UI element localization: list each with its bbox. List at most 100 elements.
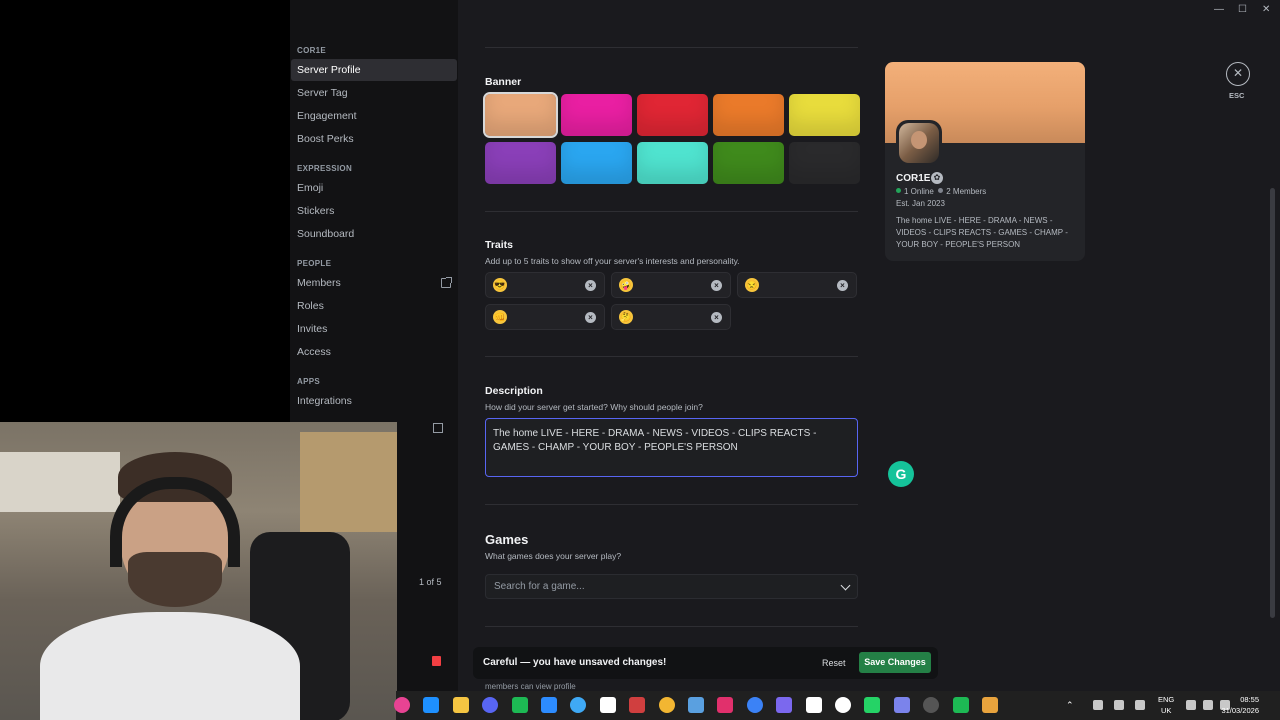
server-badge-icon: ✿	[931, 172, 943, 184]
webcam-body	[40, 612, 300, 720]
display-icon[interactable]	[1186, 700, 1196, 710]
sidebar-item-emoji[interactable]: Emoji	[291, 177, 457, 199]
mic-icon[interactable]	[1135, 700, 1145, 710]
description-textarea[interactable]: The home LIVE - HERE - DRAMA - NEWS - VI…	[485, 418, 858, 477]
spotify-icon[interactable]	[952, 697, 969, 713]
reset-button[interactable]: Reset	[822, 658, 846, 668]
banner-color-swatch[interactable]	[789, 94, 860, 136]
chrome-icon[interactable]	[982, 697, 998, 713]
divider	[485, 47, 858, 48]
trait-chip[interactable]: 🤪 ×	[611, 272, 731, 298]
sidebar-item-server-profile[interactable]: Server Profile	[291, 59, 457, 81]
hidden-section-text: members can view profile	[485, 682, 576, 691]
banner-color-swatch[interactable]	[789, 142, 860, 184]
sidebar-item-server-tag[interactable]: Server Tag	[291, 82, 457, 104]
wifi-icon[interactable]	[1114, 700, 1124, 710]
language-label[interactable]: ENG	[1158, 695, 1174, 704]
banner-color-swatch[interactable]	[637, 142, 708, 184]
file-icon[interactable]	[805, 697, 822, 713]
trait-chip[interactable]: 😎 ×	[485, 272, 605, 298]
games-title: Games	[485, 532, 529, 547]
app-icon[interactable]	[394, 697, 410, 713]
page-indicator: 1 of 5	[419, 577, 442, 587]
teams-icon[interactable]	[893, 697, 910, 713]
sidebar-item-members[interactable]: Members	[291, 272, 457, 294]
instagram-icon[interactable]	[717, 697, 734, 713]
external-link-icon	[441, 277, 452, 288]
whatsapp-icon[interactable]	[864, 697, 881, 713]
external-link-icon	[433, 423, 443, 433]
unsaved-changes-bar: Careful — you have unsaved changes! Rese…	[473, 647, 938, 679]
sidebar-item-access[interactable]: Access	[291, 341, 457, 363]
window-close-icon[interactable]: ✕	[1262, 4, 1270, 15]
app-icon[interactable]	[835, 697, 851, 713]
maximize-icon[interactable]: ☐	[1238, 4, 1247, 15]
description-subtitle: How did your server get started? Why sho…	[485, 402, 703, 412]
trash-icon[interactable]	[432, 656, 441, 666]
sidebar-item-boost-perks[interactable]: Boost Perks	[291, 128, 457, 150]
card-established: Est. Jan 2023	[896, 199, 945, 208]
trait-chip[interactable]: 🤔 ×	[611, 304, 731, 330]
sidebar-item-soundboard[interactable]: Soundboard	[291, 223, 457, 245]
trait-chip[interactable]: 😒 ×	[737, 272, 857, 298]
spotify-icon[interactable]	[511, 697, 528, 713]
sidebar-item-engagement[interactable]: Engagement	[291, 105, 457, 127]
chevron-down-icon	[840, 580, 851, 591]
grammarly-icon[interactable]: G	[888, 461, 914, 487]
discord-icon[interactable]	[482, 697, 499, 713]
edge-icon[interactable]	[423, 697, 440, 713]
sidebar-item-invites[interactable]: Invites	[291, 318, 457, 340]
window-controls: — ☐ ✕	[1190, 0, 1280, 22]
divider	[485, 626, 858, 627]
banner-color-swatch[interactable]	[483, 92, 558, 138]
app-icon[interactable]	[923, 697, 940, 713]
banner-color-swatch[interactable]	[561, 94, 632, 136]
banner-color-swatch[interactable]	[485, 142, 556, 184]
clock-time[interactable]: 08:55	[1235, 695, 1259, 704]
remove-trait-icon[interactable]: ×	[711, 280, 722, 291]
close-icon[interactable]: ✕	[1226, 62, 1250, 86]
banner-color-swatch[interactable]	[637, 94, 708, 136]
save-changes-button[interactable]: Save Changes	[859, 652, 931, 673]
banner-color-swatch[interactable]	[561, 142, 632, 184]
app-icon[interactable]	[570, 697, 587, 713]
cloud-icon[interactable]	[1093, 700, 1103, 710]
card-description: The home LIVE - HERE - DRAMA - NEWS - VI…	[896, 216, 1068, 249]
banner-color-swatch[interactable]	[713, 94, 784, 136]
teams-icon[interactable]	[776, 697, 793, 713]
remove-trait-icon[interactable]: ×	[711, 312, 722, 323]
scrollbar[interactable]	[1270, 188, 1275, 618]
trait-emoji-icon: 👊	[493, 310, 507, 324]
outlook-icon[interactable]	[452, 697, 469, 713]
sidebar-section-people: PEOPLE	[297, 259, 332, 268]
sidebar-item-integrations[interactable]: Integrations	[291, 390, 457, 412]
trait-emoji-icon: 🤔	[619, 310, 633, 324]
banner-color-swatch[interactable]	[713, 142, 784, 184]
online-dot-icon	[896, 188, 901, 193]
folder-icon[interactable]	[658, 697, 675, 713]
minimize-icon[interactable]: —	[1214, 4, 1224, 15]
member-dot-icon	[938, 188, 944, 193]
trait-chip[interactable]: 👊 ×	[485, 304, 605, 330]
region-label[interactable]: UK	[1161, 706, 1171, 715]
sidebar-item-roles[interactable]: Roles	[291, 295, 457, 317]
sidebar-item-label: Members	[297, 277, 341, 289]
remove-trait-icon[interactable]: ×	[585, 312, 596, 323]
app-icon[interactable]	[629, 697, 646, 713]
clock-date[interactable]: 31/03/2026	[1213, 706, 1259, 715]
wifi-icon[interactable]	[1203, 700, 1213, 710]
trait-emoji-icon: 🤪	[619, 278, 633, 292]
trait-emoji-icon: 😒	[745, 278, 759, 292]
remove-trait-icon[interactable]: ×	[585, 280, 596, 291]
app-icon[interactable]	[599, 697, 616, 713]
tray-chevron-icon[interactable]: ⌃	[1066, 700, 1074, 711]
traits-title: Traits	[485, 239, 514, 251]
zoom-icon[interactable]	[541, 697, 557, 713]
calculator-icon[interactable]	[746, 697, 763, 713]
unsaved-message: Careful — you have unsaved changes!	[483, 657, 667, 668]
sidebar-item-stickers[interactable]: Stickers	[291, 200, 457, 222]
game-search-select[interactable]: Search for a game...	[485, 574, 858, 599]
calendar-icon[interactable]	[688, 697, 704, 713]
member-count: 2 Members	[946, 187, 987, 196]
remove-trait-icon[interactable]: ×	[837, 280, 848, 291]
